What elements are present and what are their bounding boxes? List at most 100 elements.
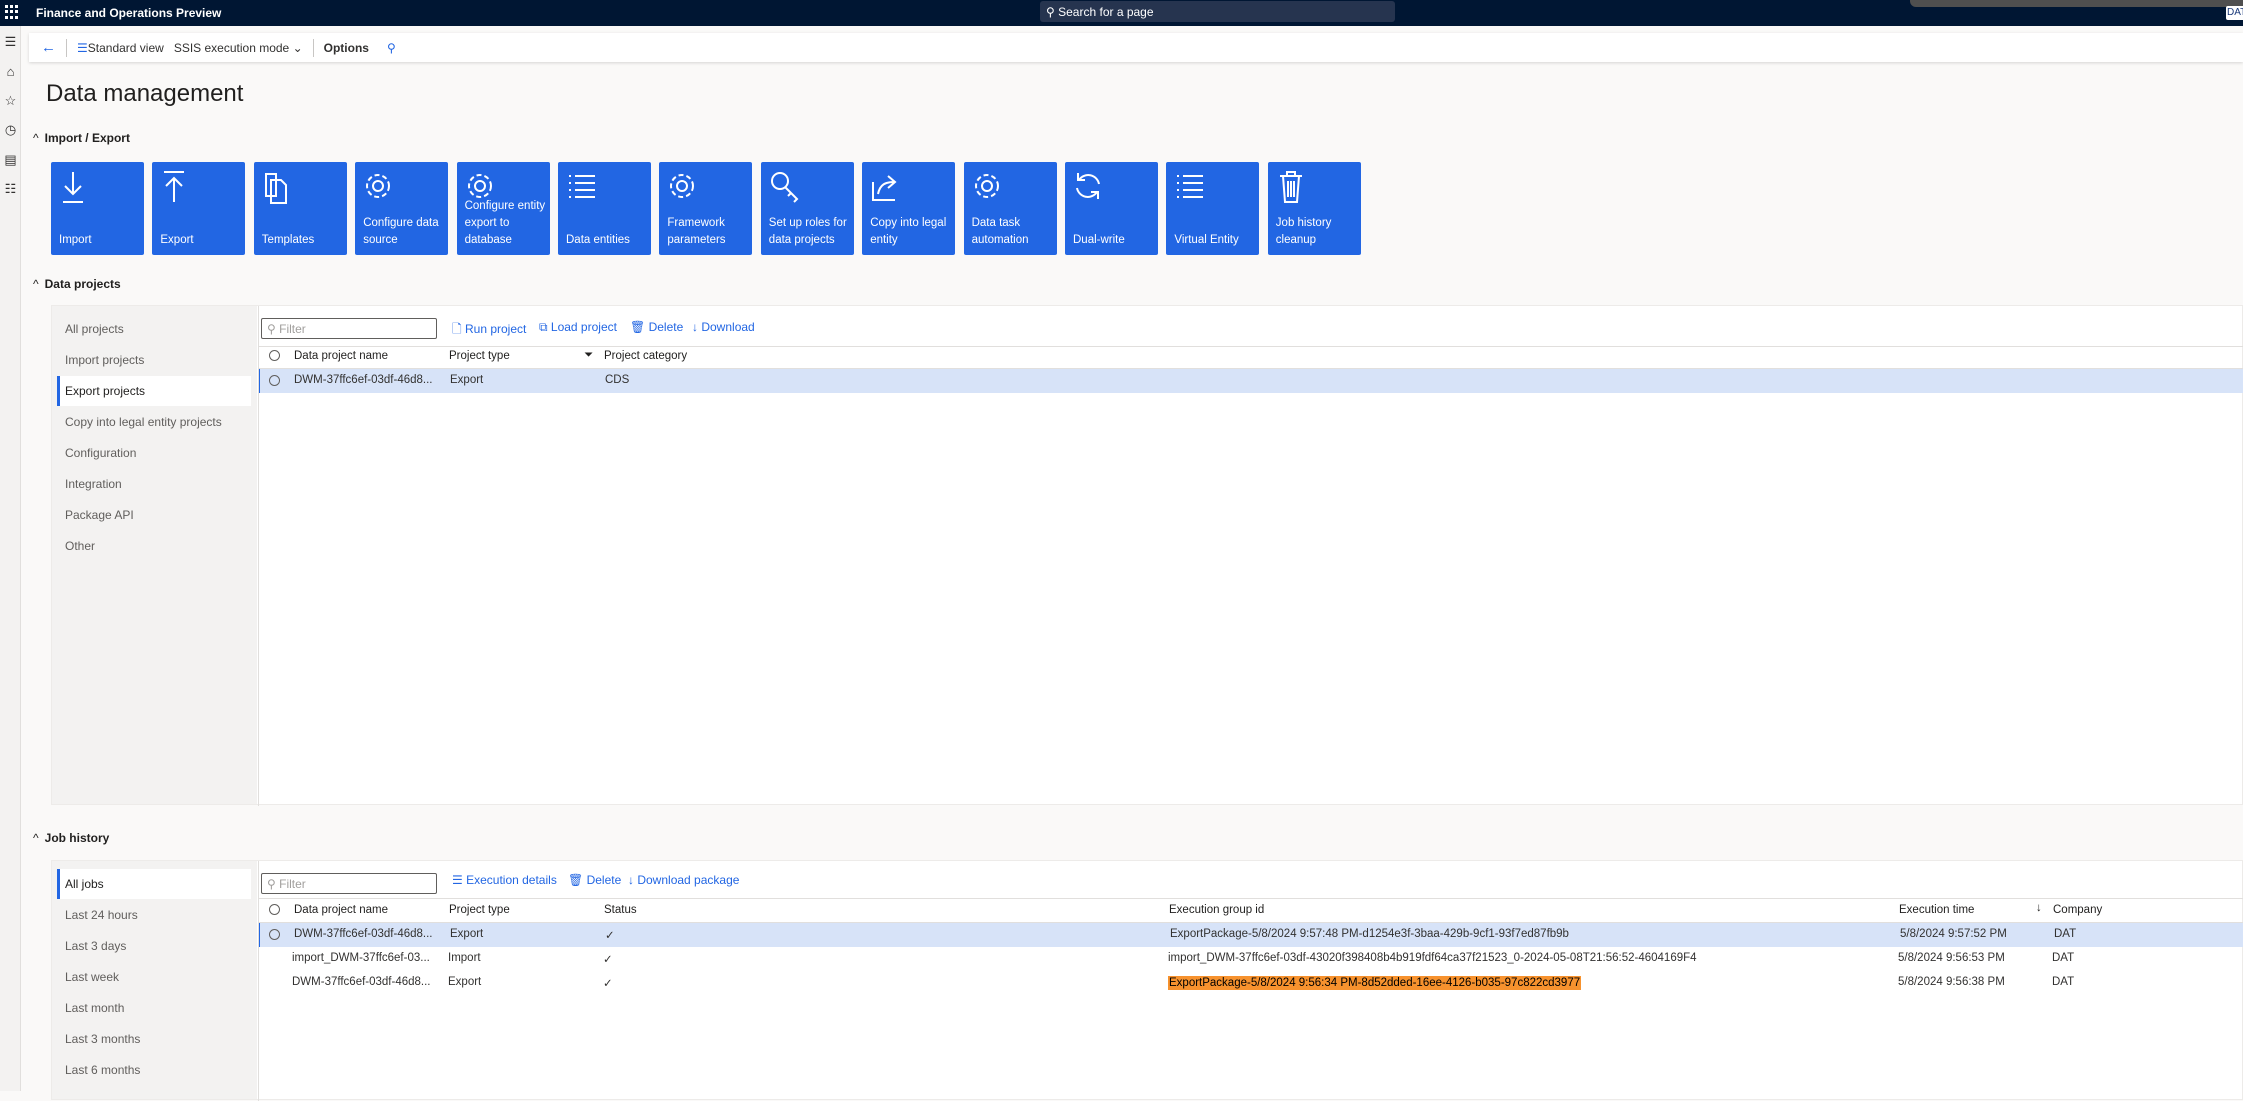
project-type: Export bbox=[450, 374, 484, 386]
tile-label: Dual-write bbox=[1073, 234, 1125, 246]
nav-item[interactable]: Package API bbox=[57, 500, 251, 530]
column-header-company[interactable]: Company bbox=[2053, 904, 2102, 916]
nav-item[interactable]: Last 6 months bbox=[57, 1055, 251, 1085]
download-package-button[interactable]: ↓ Download package bbox=[628, 873, 739, 887]
table-row[interactable]: DWM-37ffc6ef-03df-46d8... Export ✓ ExportPa… bbox=[258, 971, 2243, 995]
job-history-nav: All jobs Last 24 hours Last 3 days Last wee… bbox=[52, 861, 257, 1099]
table-row[interactable]: DWM-37ffc6ef-03df-46d8... Export CDS bbox=[258, 369, 2243, 393]
filter-icon[interactable]: ⏷ bbox=[584, 349, 593, 362]
execution-details-button[interactable]: ☰ Execution details bbox=[452, 873, 557, 887]
home-icon[interactable]: ⌂ bbox=[3, 64, 18, 79]
column-header-group[interactable]: Execution group id bbox=[1169, 904, 1264, 916]
row-radio[interactable] bbox=[269, 929, 280, 940]
filter-input[interactable]: ⚲ Filter bbox=[261, 318, 437, 339]
status-check-icon: ✓ bbox=[605, 930, 615, 942]
company: DAT bbox=[2054, 928, 2077, 940]
nav-item[interactable]: Last 3 months bbox=[57, 1024, 251, 1054]
tile-configure-data-source[interactable]: Configure data source bbox=[355, 162, 449, 255]
project-type: Import bbox=[448, 952, 481, 964]
project-name[interactable]: DWM-37ffc6ef-03df-46d8... bbox=[294, 928, 433, 940]
search-input[interactable]: ⚲ Search for a page bbox=[1040, 1, 1395, 22]
tile-dual-write[interactable]: Dual-write bbox=[1065, 162, 1158, 255]
tile-label: Copy into legal entity bbox=[870, 217, 947, 246]
job-history-header[interactable]: ^ Job history bbox=[33, 831, 109, 845]
download-button[interactable]: ↓ Download bbox=[692, 320, 755, 334]
project-name[interactable]: import_DWM-37ffc6ef-03... bbox=[292, 952, 430, 964]
column-header-status[interactable]: Status bbox=[604, 904, 637, 916]
hamburger-icon[interactable]: ☰ bbox=[3, 34, 18, 49]
column-header-name[interactable]: Data project name bbox=[294, 350, 388, 362]
tile-templates[interactable]: Templates bbox=[253, 162, 347, 255]
nav-item[interactable]: Last 24 hours bbox=[57, 900, 251, 930]
divider bbox=[258, 861, 259, 1101]
tile-configure-entity-export-to-database[interactable]: Configure entity export to database bbox=[456, 162, 550, 255]
table-row[interactable]: import_DWM-37ffc6ef-03... Import ✓ import_D… bbox=[258, 947, 2243, 971]
column-header-type[interactable]: Project type bbox=[449, 350, 510, 362]
tile-copy-into-legal-entity[interactable]: Copy into legal entity bbox=[862, 162, 956, 255]
tile-data-task-automation[interactable]: Data task automation bbox=[963, 162, 1057, 255]
tile-export[interactable]: Export bbox=[152, 162, 246, 255]
delete-button[interactable]: 🗑 Delete bbox=[568, 873, 621, 887]
label: Download bbox=[701, 320, 755, 334]
back-icon[interactable]: ← bbox=[41, 39, 56, 56]
project-name-link[interactable]: DWM-37ffc6ef-03df-46d8... bbox=[294, 374, 433, 386]
column-header-name[interactable]: Data project name bbox=[294, 904, 388, 916]
templates-icon bbox=[264, 173, 287, 204]
star-icon[interactable]: ☆ bbox=[3, 93, 18, 108]
nav-item[interactable]: Last month bbox=[57, 993, 251, 1023]
project-name[interactable]: DWM-37ffc6ef-03df-46d8... bbox=[292, 976, 431, 988]
app-launcher-icon[interactable] bbox=[5, 5, 19, 19]
company-picker[interactable]: DAT bbox=[2226, 6, 2243, 20]
data-projects-header[interactable]: ^ Data projects bbox=[33, 277, 121, 291]
load-project-button[interactable]: ⧉ Load project bbox=[539, 320, 617, 335]
workspace-icon[interactable]: ▤ bbox=[3, 152, 18, 167]
execution-group-id: import_DWM-37ffc6ef-03df-43020f398408b4b… bbox=[1168, 952, 1697, 964]
delete-button[interactable]: 🗑 Delete bbox=[630, 320, 683, 334]
search-icon[interactable]: ⚲ bbox=[387, 41, 396, 55]
options-button[interactable]: Options bbox=[324, 41, 369, 55]
import-export-header[interactable]: ^ Import / Export bbox=[33, 131, 130, 145]
modules-icon[interactable]: ☷ bbox=[3, 181, 18, 196]
nav-item[interactable]: Integration bbox=[57, 469, 251, 499]
clock-icon[interactable]: ◷ bbox=[3, 122, 18, 137]
action-toolbar: ← ☰Standard view SSIS execution mode ⌄ O… bbox=[29, 33, 2243, 62]
tile-data-entities[interactable]: Data entities bbox=[558, 162, 651, 255]
list-icon: ☰ bbox=[77, 40, 88, 55]
project-category: CDS bbox=[605, 374, 630, 386]
export-icon bbox=[164, 171, 185, 202]
tile-virtual-entity[interactable]: Virtual Entity bbox=[1166, 162, 1260, 255]
nav-item[interactable]: Last 3 days bbox=[57, 931, 251, 961]
gear-icon bbox=[366, 174, 391, 198]
filter-input[interactable]: ⚲ Filter bbox=[261, 873, 437, 894]
tile-set-up-roles-for-data-projects[interactable]: Set up roles for data projects bbox=[760, 162, 854, 255]
select-all-radio[interactable] bbox=[269, 904, 280, 915]
column-header-time[interactable]: Execution time bbox=[1899, 904, 1974, 916]
company: DAT bbox=[2052, 976, 2075, 988]
divider bbox=[258, 346, 2243, 347]
nav-item[interactable]: All projects bbox=[57, 314, 251, 344]
select-all-radio[interactable] bbox=[269, 350, 280, 361]
execution-group-id: ExportPackage-5/8/2024 9:57:48 PM-d1254e… bbox=[1170, 928, 1569, 940]
nav-item[interactable]: Copy into legal entity projects bbox=[57, 407, 251, 437]
nav-item[interactable]: All jobs bbox=[57, 869, 251, 899]
tile-import[interactable]: Import bbox=[51, 162, 144, 255]
nav-item[interactable]: Export projects bbox=[57, 376, 251, 406]
tile-job-history-cleanup[interactable]: Job history cleanup bbox=[1267, 162, 1361, 255]
row-radio[interactable] bbox=[269, 375, 280, 386]
nav-item[interactable]: Last week bbox=[57, 962, 251, 992]
tile-label: Set up roles for data projects bbox=[768, 217, 847, 246]
table-row[interactable]: DWM-37ffc6ef-03df-46d8... Export ✓ ExportPa… bbox=[258, 923, 2243, 947]
nav-item[interactable]: Import projects bbox=[57, 345, 251, 375]
nav-item[interactable]: Other bbox=[57, 531, 251, 561]
ssis-mode-dropdown[interactable]: SSIS execution mode ⌄ bbox=[174, 41, 303, 55]
nav-item[interactable]: Configuration bbox=[57, 438, 251, 468]
execution-time: 5/8/2024 9:57:52 PM bbox=[1900, 928, 2007, 940]
column-header-category[interactable]: Project category bbox=[604, 350, 687, 362]
divider bbox=[258, 306, 259, 806]
standard-view-button[interactable]: ☰Standard view bbox=[77, 41, 164, 55]
run-project-button[interactable]: 🗋 Run project bbox=[452, 320, 526, 341]
tile-label: Data entities bbox=[566, 234, 630, 246]
sort-descending-icon[interactable]: ↓ bbox=[2036, 902, 2042, 914]
tile-framework-parameters[interactable]: Framework parameters bbox=[659, 162, 753, 255]
column-header-type[interactable]: Project type bbox=[449, 904, 510, 916]
